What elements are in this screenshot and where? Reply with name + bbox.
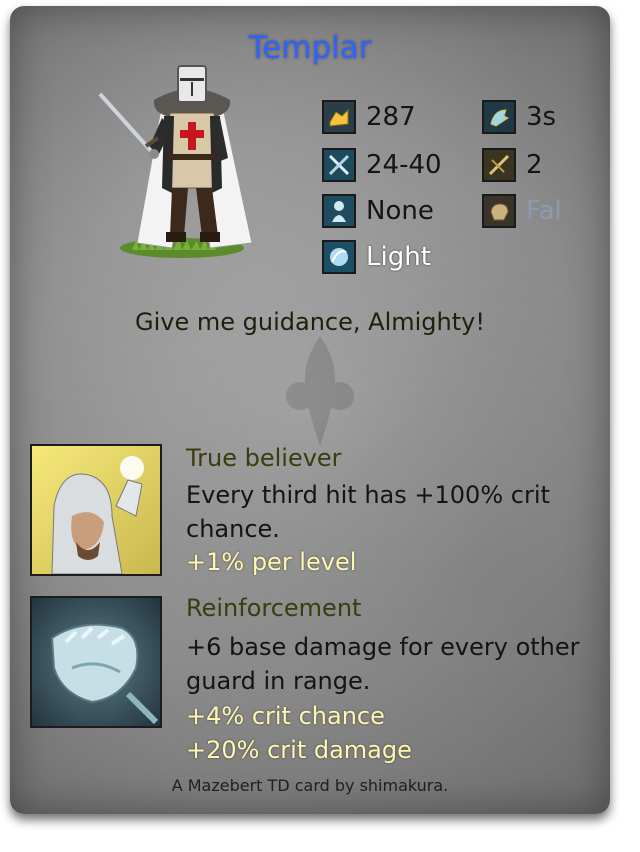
- stat-range: 2: [482, 146, 543, 184]
- ability-reinforcement-bonus-crit-chance: +4% crit chance: [186, 702, 385, 730]
- templar-portrait: [98, 65, 253, 258]
- figure-icon: [322, 194, 356, 228]
- ornament-watermark-icon: [286, 336, 354, 446]
- fist-icon: [482, 194, 516, 228]
- stat-gender: None: [322, 192, 434, 230]
- stat-attack-speed: 3s: [482, 98, 556, 136]
- flavor-quote: Give me guidance, Almighty!: [135, 308, 485, 336]
- unit-card: Templar 287 3s 24-40 2 None Fal Light Gi…: [10, 6, 610, 814]
- stat-damage-value: 24-40: [366, 150, 442, 180]
- stat-element: Light: [322, 238, 431, 276]
- ability-reinforcement-description: +6 base damage for every other guard in …: [186, 633, 580, 695]
- stat-gender-value: None: [366, 196, 434, 226]
- stat-range-value: 2: [526, 150, 543, 180]
- stat-cost: 287: [322, 98, 416, 136]
- ability-true-believer-image: [30, 444, 162, 576]
- stat-attack-type-value: Fal: [526, 196, 562, 226]
- gold-icon: [322, 100, 356, 134]
- crossbow-icon: [482, 148, 516, 182]
- swords-icon: [322, 148, 356, 182]
- ability-reinforcement-image: [30, 596, 162, 728]
- ability-reinforcement-name: Reinforcement: [186, 594, 362, 622]
- stat-attack-type: Fal: [482, 192, 562, 230]
- speed-icon: [482, 100, 516, 134]
- ability-true-believer-name: True believer: [186, 444, 342, 472]
- light-element-icon: [322, 240, 356, 274]
- stat-attack-speed-value: 3s: [526, 102, 557, 132]
- card-credit: A Mazebert TD card by shimakura.: [171, 776, 449, 795]
- ability-true-believer-bonus: +1% per level: [186, 548, 357, 576]
- stat-element-value: Light: [366, 242, 431, 272]
- ability-reinforcement-bonus-crit-damage: +20% crit damage: [186, 736, 412, 764]
- stat-damage: 24-40: [322, 146, 442, 184]
- ability-true-believer-description: Every third hit has +100% crit chance.: [186, 481, 550, 543]
- stat-cost-value: 287: [366, 102, 416, 132]
